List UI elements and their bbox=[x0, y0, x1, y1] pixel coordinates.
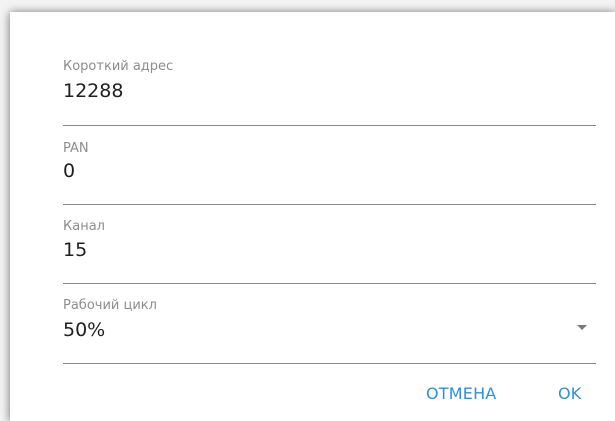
channel-value[interactable]: 15 bbox=[63, 239, 87, 261]
channel-field[interactable]: Канал 15 bbox=[63, 204, 596, 284]
pan-label: PAN bbox=[63, 141, 89, 156]
short-address-field[interactable]: Короткий адрес 12288 bbox=[63, 49, 596, 126]
cancel-button[interactable]: ОТМЕНА bbox=[426, 384, 496, 403]
short-address-label: Короткий адрес bbox=[63, 59, 174, 74]
pan-field[interactable]: PAN 0 bbox=[63, 125, 596, 205]
ok-button[interactable]: OK bbox=[558, 384, 582, 403]
chevron-down-icon[interactable] bbox=[577, 325, 587, 330]
pan-value[interactable]: 0 bbox=[63, 160, 75, 182]
duty-cycle-value[interactable]: 50% bbox=[63, 319, 105, 341]
settings-dialog: Короткий адрес 12288 PAN 0 Канал 15 Рабо… bbox=[10, 12, 615, 421]
duty-cycle-label: Рабочий цикл bbox=[63, 298, 157, 313]
duty-cycle-select[interactable]: Рабочий цикл 50% bbox=[63, 283, 596, 364]
short-address-value[interactable]: 12288 bbox=[63, 80, 123, 102]
channel-label: Канал bbox=[63, 219, 105, 234]
